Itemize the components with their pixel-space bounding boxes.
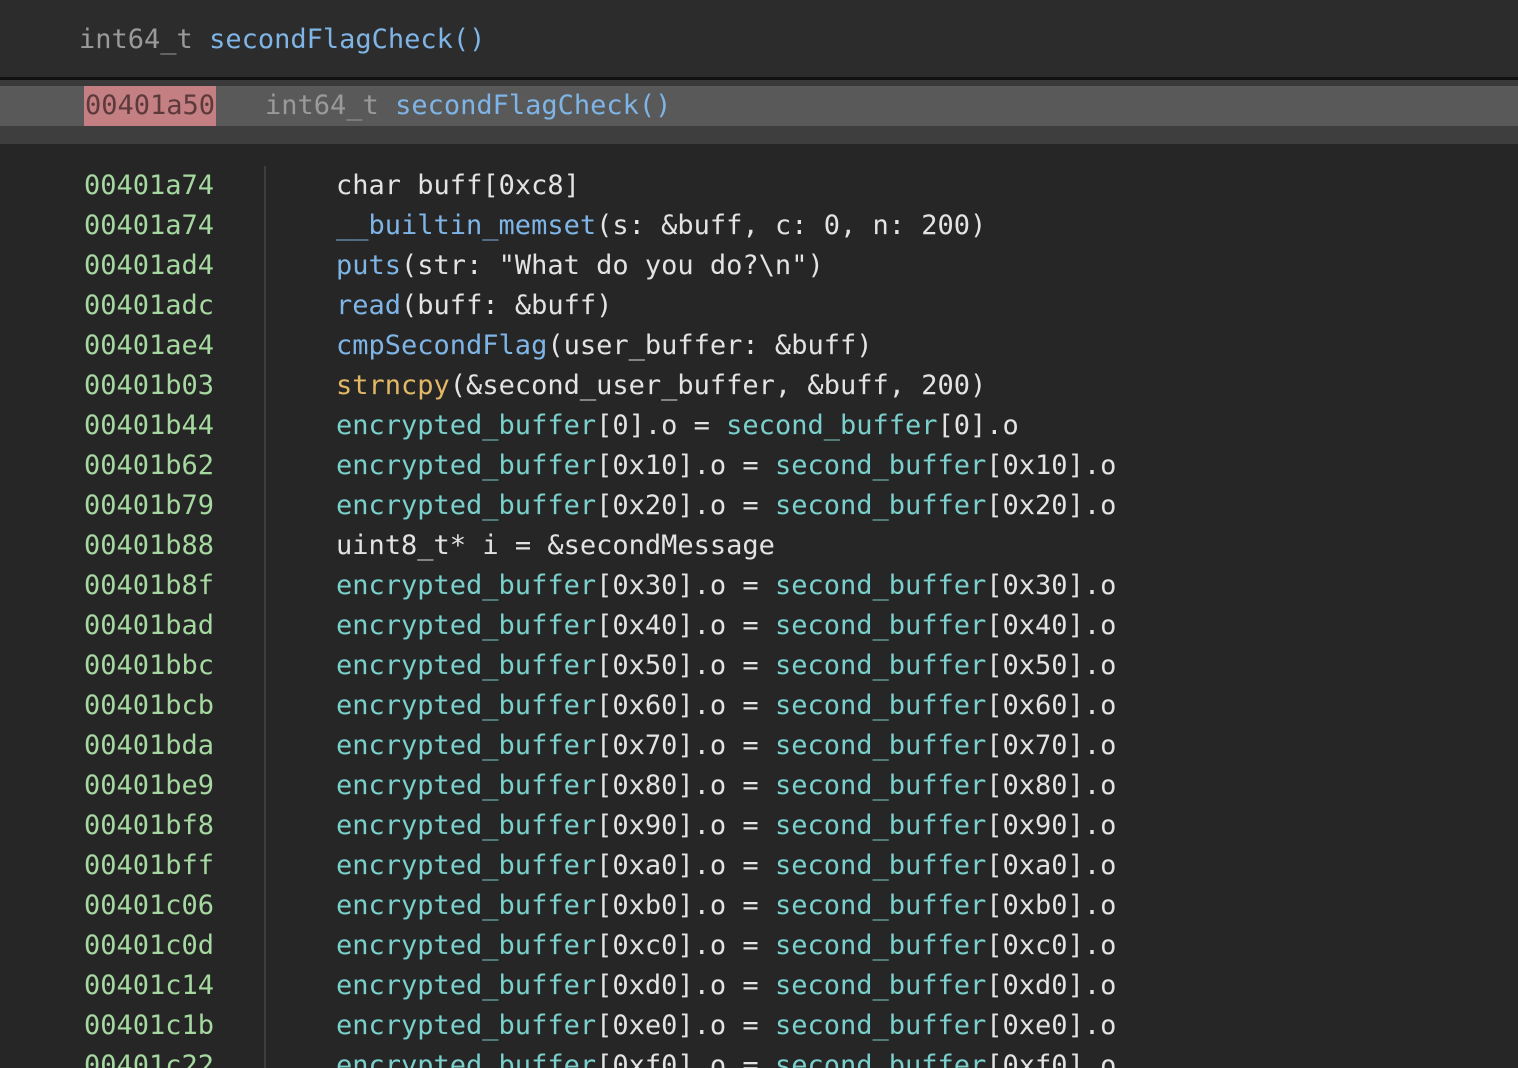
signature-spacer [0,126,1518,144]
code-line[interactable]: 00401b44 encrypted_buffer[0].o = second_b… [0,406,1518,446]
signature-return-type: int64_t [265,90,379,121]
signature-function-name[interactable]: secondFlagCheck [395,90,639,121]
line-address[interactable]: 00401bda [84,726,214,766]
signature-parens: () [638,90,672,121]
line-address[interactable]: 00401ad4 [84,246,214,286]
code-line[interactable]: 00401c0d encrypted_buffer[0xc0].o = secon… [0,926,1518,966]
code-line[interactable]: 00401bf8 encrypted_buffer[0x90].o = secon… [0,806,1518,846]
code-line[interactable]: 00401bcb encrypted_buffer[0x60].o = secon… [0,686,1518,726]
code-lines: 00401a74 char buff[0xc8] 00401a74 __builtin… [0,166,1518,1068]
line-address[interactable]: 00401c06 [84,886,214,926]
code-line[interactable]: 00401b62 encrypted_buffer[0x10].o = secon… [0,446,1518,486]
line-address[interactable]: 00401c0d [84,926,214,966]
line-address[interactable]: 00401c1b [84,1006,214,1046]
line-address[interactable]: 00401be9 [84,766,214,806]
code-line[interactable]: 00401b79 encrypted_buffer[0x20].o = secon… [0,486,1518,526]
decompiled-code-view[interactable]: 00401a74 char buff[0xc8] 00401a74 __builtin… [0,166,1518,1068]
line-statement[interactable]: strncpy(&second_user_buffer, &buff, 200) [336,366,986,406]
code-line[interactable]: 00401ae4 cmpSecondFlag(user_buffer: &buff… [0,326,1518,366]
code-line[interactable]: 00401b03 strncpy(&second_user_buffer, &bu… [0,366,1518,406]
line-address[interactable]: 00401ae4 [84,326,214,366]
line-statement[interactable]: encrypted_buffer[0xe0].o = second_buffer… [336,1006,1116,1046]
line-address[interactable]: 00401a74 [84,166,214,206]
code-line[interactable]: 00401ad4 puts(str: "What do you do?\n") [0,246,1518,286]
signature-address[interactable]: 00401a50 [84,86,217,126]
line-address[interactable]: 00401c22 [84,1046,214,1068]
line-statement[interactable]: encrypted_buffer[0x80].o = second_buffer… [336,766,1116,806]
signature-text: int64_t secondFlagCheck() [265,86,671,126]
code-line[interactable]: 00401bda encrypted_buffer[0x70].o = secon… [0,726,1518,766]
line-address[interactable]: 00401b8f [84,566,214,606]
function-signature-row[interactable]: 00401a50 int64_t secondFlagCheck() [0,86,1518,126]
code-line[interactable]: 00401c06 encrypted_buffer[0xb0].o = secon… [0,886,1518,926]
code-line[interactable]: 00401c22 encrypted_buffer[0xf0].o = secon… [0,1046,1518,1068]
line-address[interactable]: 00401adc [84,286,214,326]
code-line[interactable]: 00401a74 char buff[0xc8] [0,166,1518,206]
line-address[interactable]: 00401bff [84,846,214,886]
line-statement[interactable]: encrypted_buffer[0x20].o = second_buffer… [336,486,1116,526]
header-function-name[interactable]: secondFlagCheck [209,24,453,55]
line-statement[interactable]: encrypted_buffer[0x10].o = second_buffer… [336,446,1116,486]
line-address[interactable]: 00401bad [84,606,214,646]
code-line[interactable]: 00401b8f encrypted_buffer[0x30].o = secon… [0,566,1518,606]
code-line[interactable]: 00401bff encrypted_buffer[0xa0].o = secon… [0,846,1518,886]
line-statement[interactable]: encrypted_buffer[0x60].o = second_buffer… [336,686,1116,726]
line-address[interactable]: 00401b03 [84,366,214,406]
line-statement[interactable]: read(buff: &buff) [336,286,612,326]
code-line[interactable]: 00401bad encrypted_buffer[0x40].o = secon… [0,606,1518,646]
line-statement[interactable]: uint8_t* i = &secondMessage [336,526,775,566]
line-address[interactable]: 00401bf8 [84,806,214,846]
line-address[interactable]: 00401b44 [84,406,214,446]
code-line[interactable]: 00401adc read(buff: &buff) [0,286,1518,326]
line-statement[interactable]: __builtin_memset(s: &buff, c: 0, n: 200) [336,206,986,246]
line-statement[interactable]: encrypted_buffer[0xa0].o = second_buffer… [336,846,1116,886]
code-line[interactable]: 00401be9 encrypted_buffer[0x80].o = secon… [0,766,1518,806]
line-statement[interactable]: char buff[0xc8] [336,166,580,206]
line-statement[interactable]: encrypted_buffer[0x30].o = second_buffer… [336,566,1116,606]
line-statement[interactable]: encrypted_buffer[0].o = second_buffer[0]… [336,406,1019,446]
line-statement[interactable]: encrypted_buffer[0xb0].o = second_buffer… [336,886,1116,926]
function-header-signature: int64_t secondFlagCheck() [79,22,485,58]
line-address[interactable]: 00401b79 [84,486,214,526]
code-line[interactable]: 00401c1b encrypted_buffer[0xe0].o = secon… [0,1006,1518,1046]
header-return-type: int64_t [79,24,193,55]
line-address[interactable]: 00401a74 [84,206,214,246]
function-header: int64_t secondFlagCheck() [0,0,1518,80]
line-address[interactable]: 00401c14 [84,966,214,1006]
line-address[interactable]: 00401b62 [84,446,214,486]
header-parens: () [452,24,486,55]
code-line[interactable]: 00401bbc encrypted_buffer[0x50].o = secon… [0,646,1518,686]
code-line[interactable]: 00401a74 __builtin_memset(s: &buff, c: 0,… [0,206,1518,246]
line-statement[interactable]: encrypted_buffer[0x70].o = second_buffer… [336,726,1116,766]
line-statement[interactable]: puts(str: "What do you do?\n") [336,246,824,286]
line-statement[interactable]: encrypted_buffer[0x50].o = second_buffer… [336,646,1116,686]
line-statement[interactable]: encrypted_buffer[0xd0].o = second_buffer… [336,966,1116,1006]
line-statement[interactable]: encrypted_buffer[0xc0].o = second_buffer… [336,926,1116,966]
code-line[interactable]: 00401c14 encrypted_buffer[0xd0].o = secon… [0,966,1518,1006]
line-address[interactable]: 00401bbc [84,646,214,686]
line-statement[interactable]: encrypted_buffer[0x90].o = second_buffer… [336,806,1116,846]
code-line[interactable]: 00401b88 uint8_t* i = &secondMessage [0,526,1518,566]
line-address[interactable]: 00401b88 [84,526,214,566]
line-statement[interactable]: encrypted_buffer[0xf0].o = second_buffer… [336,1046,1116,1068]
line-address[interactable]: 00401bcb [84,686,214,726]
line-statement[interactable]: encrypted_buffer[0x40].o = second_buffer… [336,606,1116,646]
line-statement[interactable]: cmpSecondFlag(user_buffer: &buff) [336,326,872,366]
